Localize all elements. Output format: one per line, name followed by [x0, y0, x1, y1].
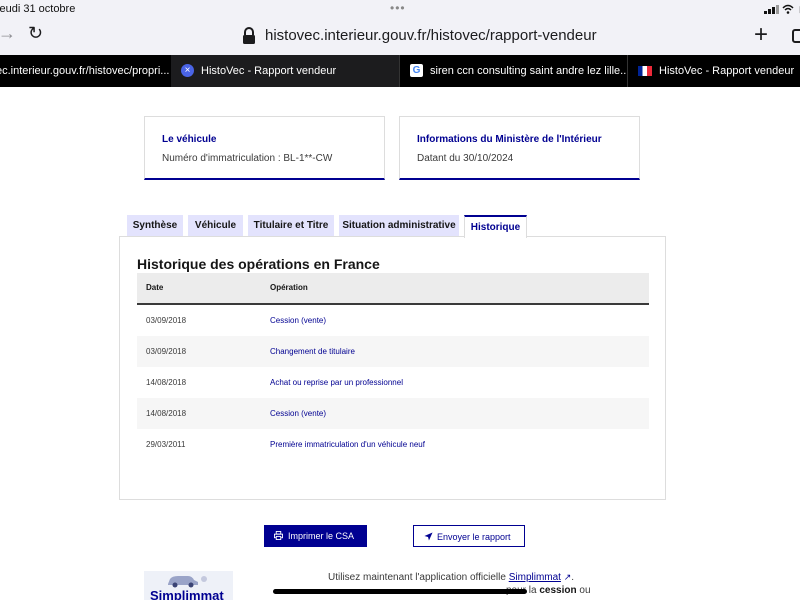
row-operation: Première immatriculation d'un véhicule n… [270, 440, 425, 449]
home-indicator[interactable] [273, 589, 527, 594]
vehicle-card-title: Le véhicule [162, 134, 217, 145]
lock-icon [243, 27, 255, 44]
wifi-icon [782, 4, 794, 14]
table-row: 03/09/2018 Changement de titulaire [137, 336, 649, 367]
table-row: 03/09/2018 Cession (vente) [137, 305, 649, 336]
table-header: Date Opération [137, 273, 649, 305]
browser-tab-label: HistoVec - Rapport vendeur [659, 65, 795, 77]
browser-tab-histovec-proprietaire[interactable]: ec.interieur.gouv.fr/histovec/propri... [0, 55, 171, 87]
reload-icon[interactable]: ↻ [28, 23, 43, 44]
column-header-operation: Opération [270, 283, 308, 292]
row-operation: Changement de titulaire [270, 347, 355, 356]
browser-tab-rapport-vendeur-2[interactable]: HistoVec - Rapport vendeur [627, 55, 800, 87]
ministry-card-title: Informations du Ministère de l'Intérieur [417, 134, 602, 145]
row-date: 14/08/2018 [146, 409, 187, 418]
browser-tab-strip: ec.interieur.gouv.fr/histovec/propri... … [0, 55, 800, 87]
column-header-date: Date [146, 283, 164, 292]
address-bar[interactable]: histovec.interieur.gouv.fr/histovec/rapp… [265, 27, 597, 44]
vehicle-card: Le véhicule Numéro d'immatriculation : B… [144, 116, 385, 180]
send-report-button[interactable]: Envoyer le rapport [413, 525, 525, 547]
status-bar: Jeudi 31 octobre ••• ▮ [0, 0, 800, 18]
google-icon: G [410, 64, 423, 77]
send-report-label: Envoyer le rapport [437, 532, 511, 542]
browser-tab-rapport-vendeur-active[interactable]: × HistoVec - Rapport vendeur [171, 55, 399, 87]
table-row: 14/08/2018 Achat ou reprise par un profe… [137, 367, 649, 398]
history-title: Historique des opérations en France [137, 256, 380, 272]
tab-vehicule[interactable]: Véhicule [188, 215, 243, 237]
row-operation: Achat ou reprise par un professionnel [270, 378, 403, 387]
car-icon [168, 576, 207, 588]
promo-bold-cession: cession [539, 585, 577, 596]
browser-tab-label: siren ccn consulting saint andre lez lil… [430, 65, 628, 77]
forward-arrow-icon[interactable]: → [0, 23, 16, 44]
history-table: Date Opération 03/09/2018 Cession (vente… [137, 273, 649, 460]
print-csa-label: Imprimer le CSA [288, 531, 355, 541]
history-panel: Historique des opérations en France Date… [119, 236, 666, 500]
simplimmat-link[interactable]: Simplimmat [509, 572, 561, 583]
registration-number: Numéro d'immatriculation : BL-1**-CW [162, 153, 333, 164]
promo-text-end: . [571, 572, 575, 583]
cellular-signal-icon [764, 5, 779, 14]
row-operation: Cession (vente) [270, 409, 327, 418]
promo-text: Utilisez maintenant l'application offici… [328, 572, 509, 583]
table-row: 14/08/2018 Cession (vente) [137, 398, 649, 429]
histovec-x-icon: × [181, 64, 194, 77]
print-csa-button[interactable]: Imprimer le CSA [264, 525, 367, 547]
browser-tab-label: ec.interieur.gouv.fr/histovec/propri... [0, 65, 170, 77]
simplimmat-logo[interactable]: Simplimmat [144, 571, 233, 600]
tab-historique[interactable]: Historique [464, 215, 527, 238]
tab-synthese[interactable]: Synthèse [127, 215, 183, 237]
row-date: 14/08/2018 [146, 378, 187, 387]
tab-situation-administrative[interactable]: Situation administrative [339, 215, 459, 237]
ministry-card: Informations du Ministère de l'Intérieur… [399, 116, 640, 180]
simplimmat-logo-text: Simplimmat [150, 588, 224, 600]
promo-text-2-end: ou [576, 585, 591, 596]
french-flag-icon [638, 66, 652, 76]
promo-line: Utilisez maintenant l'application offici… [328, 572, 574, 583]
send-icon [424, 532, 433, 541]
data-date: Datant du 30/10/2024 [417, 153, 514, 164]
tab-titulaire-et-titre[interactable]: Titulaire et Titre [248, 215, 334, 237]
new-tab-plus-icon[interactable]: + [754, 21, 768, 49]
status-date: Jeudi 31 octobre [0, 3, 76, 15]
table-row: 29/03/2011 Première immatriculation d'un… [137, 429, 649, 460]
multitask-dots-icon[interactable]: ••• [390, 1, 406, 15]
row-date: 29/03/2011 [146, 440, 186, 449]
browser-tab-google-search[interactable]: G siren ccn consulting saint andre lez l… [399, 55, 628, 87]
browser-tab-label: HistoVec - Rapport vendeur [201, 65, 337, 77]
tab-overview-icon[interactable] [792, 29, 800, 43]
printer-icon [274, 531, 283, 540]
browser-toolbar: → ↻ histovec.interieur.gouv.fr/histovec/… [0, 18, 800, 55]
row-date: 03/09/2018 [146, 316, 187, 325]
row-date: 03/09/2018 [146, 347, 187, 356]
row-operation: Cession (vente) [270, 316, 327, 325]
